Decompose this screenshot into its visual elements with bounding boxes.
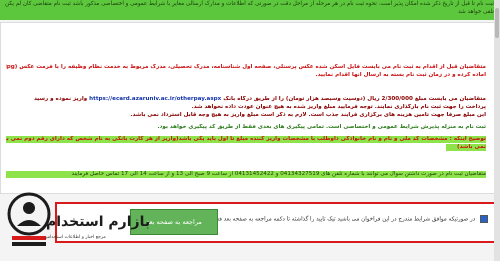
scrollbar-thumb[interactable] xyxy=(495,8,499,38)
top-notice-text: ثبت نام تا قبل از تاریخ ذکر شده امکان پذ… xyxy=(5,1,494,15)
payment-line: متقاضیان می بایست مبلغ 2/300/000 ریال (د… xyxy=(6,96,486,103)
acceptance-line: ثبت نام به منزله پذیرش شرایط عمومی و اخت… xyxy=(157,124,486,130)
scan-requirement-line: متقاضیان قبل از اقدام به ثبت نام می بایس… xyxy=(6,64,486,70)
logo-subtitle: مرجع اخبار و اطلاعات استخدامی xyxy=(44,235,106,240)
contact-line: متقاضیان ثبت نام در صورت داشتن سوال می ت… xyxy=(6,171,486,178)
confirm-checkbox[interactable] xyxy=(480,215,488,223)
top-notice: ثبت نام تا قبل از تاریخ ذکر شده امکان پذ… xyxy=(0,0,494,20)
identity-note-line-2: نمی باشد) xyxy=(446,144,486,151)
payment-line-3: این مبلغ صرفا جهت تامین هزینه های برگزار… xyxy=(130,112,486,118)
site-logo: بازارم استخدام مرجع اخبار و اطلاعات استخ… xyxy=(4,184,150,261)
logo-title: بازارم استخدام xyxy=(46,214,151,230)
confirm-row: در صورتیکه موافق شرایط مندرج در این فراخ… xyxy=(196,215,488,223)
scan-requirement-line-2: آماده کرده و در زمان ثبت نام بسته به ارس… xyxy=(315,72,486,78)
page-frame: ثبت نام تا قبل از تاریخ ذکر شده امکان پذ… xyxy=(0,0,500,261)
scrollbar[interactable] xyxy=(494,0,500,261)
identity-note-line: توضیح اینکه : مشخصات کد ملی و نام و نام … xyxy=(6,136,486,143)
payment-line-2: پرداخت را جهت ثبت نام بارگذاری نمایند. ت… xyxy=(191,104,486,110)
conditions-panel: متقاضیان قبل از اقدام به ثبت نام می بایس… xyxy=(0,22,495,194)
payment-link[interactable]: https://ecard.azaruniv.ac.ir/otherpay.as… xyxy=(89,96,221,102)
payment-text-end: واریز نموده و رسید xyxy=(33,96,88,102)
confirm-label: در صورتیکه موافق شرایط مندرج در این فراخ… xyxy=(196,216,476,223)
payment-text: متقاضیان می بایست مبلغ 2/300/000 ریال (د… xyxy=(223,96,486,102)
